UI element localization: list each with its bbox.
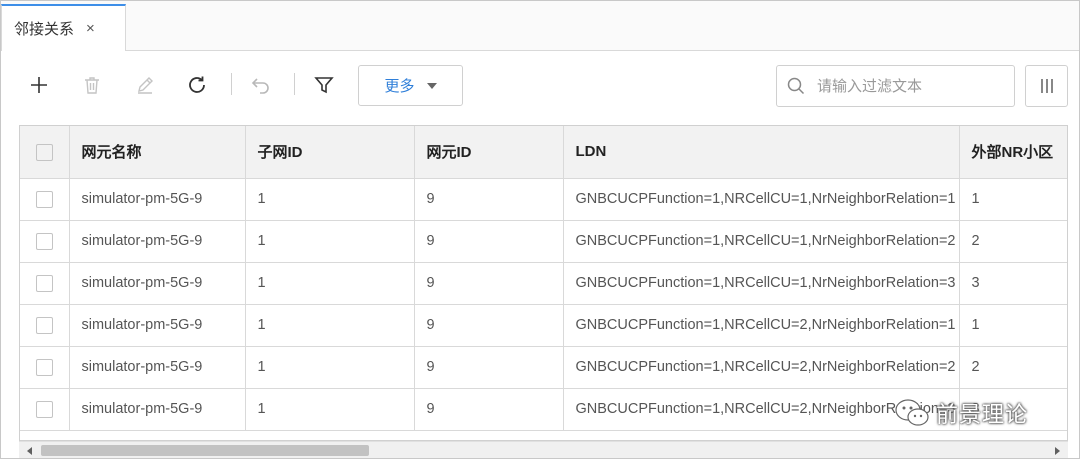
cell-subnet-id: 1	[245, 304, 415, 347]
column-header-ldn[interactable]: LDN	[563, 126, 960, 179]
cell-ne-id: 9	[414, 304, 564, 347]
scroll-right-icon[interactable]	[1055, 447, 1060, 455]
cell-external-nr-cell: 1	[959, 304, 1067, 347]
cell-ldn: GNBCUCPFunction=1,NRCellCU=1,NrNeighborR…	[563, 262, 960, 305]
cell-external-nr-cell: 1	[959, 178, 1067, 221]
cell-ldn: GNBCUCPFunction=1,NRCellCU=2,NrNeighborR…	[563, 346, 960, 389]
row-checkbox[interactable]	[35, 232, 53, 250]
cell-ldn: GNBCUCPFunction=1,NRCellCU=1,NrNeighborR…	[563, 220, 960, 263]
filter-search-box[interactable]	[776, 65, 1015, 107]
cell-ne-name: simulator-pm-5G-9	[69, 262, 246, 305]
cell-ne-name: simulator-pm-5G-9	[69, 220, 246, 263]
watermark: 前景理论	[894, 396, 1028, 430]
cell-ne-name: simulator-pm-5G-9	[69, 304, 246, 347]
columns-icon	[1040, 79, 1053, 93]
row-checkbox-cell[interactable]	[20, 346, 70, 389]
column-header-ne-id[interactable]: 网元ID	[414, 126, 564, 179]
wechat-icon	[895, 399, 929, 426]
cell-subnet-id: 1	[245, 388, 415, 431]
column-header-ne-name[interactable]: 网元名称	[69, 126, 246, 179]
scroll-left-icon[interactable]	[27, 447, 32, 455]
more-button[interactable]: 更多	[358, 65, 463, 106]
toolbar: 更多	[1, 51, 1079, 125]
select-all-checkbox[interactable]	[35, 143, 53, 161]
row-checkbox-cell[interactable]	[20, 304, 70, 347]
toolbar-divider	[294, 73, 295, 95]
undo-icon[interactable]	[247, 71, 275, 99]
scrollbar-thumb[interactable]	[41, 445, 369, 456]
column-header-subnet-id[interactable]: 子网ID	[245, 126, 415, 179]
refresh-icon[interactable]	[183, 71, 211, 99]
table-row[interactable]: simulator-pm-5G-9 1 9 GNBCUCPFunction=1,…	[20, 304, 1067, 347]
column-header-external-nr-cell[interactable]: 外部NR小区	[959, 126, 1067, 179]
cell-ne-id: 9	[414, 262, 564, 305]
row-checkbox[interactable]	[35, 316, 53, 334]
tab-neighbor-relations[interactable]: 邻接关系 ×	[1, 4, 126, 51]
cell-subnet-id: 1	[245, 346, 415, 389]
cell-ne-id: 9	[414, 178, 564, 221]
close-icon[interactable]: ×	[86, 20, 95, 37]
table-header-row: 网元名称 子网ID 网元ID LDN 外部NR小区	[20, 126, 1067, 179]
cell-ldn: GNBCUCPFunction=1,NRCellCU=2,NrNeighborR…	[563, 304, 960, 347]
row-checkbox-cell[interactable]	[20, 262, 70, 305]
table-row[interactable]: simulator-pm-5G-9 1 9 GNBCUCPFunction=1,…	[20, 178, 1067, 221]
cell-ne-name: simulator-pm-5G-9	[69, 388, 246, 431]
cell-external-nr-cell: 2	[959, 346, 1067, 389]
filter-icon[interactable]	[310, 71, 338, 99]
row-checkbox[interactable]	[35, 274, 53, 292]
row-checkbox[interactable]	[35, 358, 53, 376]
horizontal-scrollbar[interactable]	[19, 441, 1068, 458]
cell-subnet-id: 1	[245, 178, 415, 221]
cell-external-nr-cell: 2	[959, 220, 1067, 263]
neighbor-relations-table: 网元名称 子网ID 网元ID LDN 外部NR小区 simulator-pm-5…	[20, 126, 1067, 431]
table-row[interactable]: simulator-pm-5G-9 1 9 GNBCUCPFunction=1,…	[20, 262, 1067, 305]
more-button-label: 更多	[384, 78, 415, 95]
pencil-icon[interactable]	[131, 71, 159, 99]
tab-label: 邻接关系	[14, 21, 75, 38]
cell-ldn: GNBCUCPFunction=1,NRCellCU=1,NrNeighborR…	[563, 178, 960, 221]
data-grid: 网元名称 子网ID 网元ID LDN 外部NR小区 simulator-pm-5…	[19, 125, 1068, 441]
app-window: 邻接关系 × 更多 请输入过滤文本 网元名称 子网ID 网元ID LDN 外部N…	[0, 0, 1080, 459]
row-checkbox-cell[interactable]	[20, 388, 70, 431]
cell-ne-name: simulator-pm-5G-9	[69, 346, 246, 389]
trash-icon[interactable]	[78, 71, 106, 99]
toolbar-divider	[231, 73, 232, 95]
cell-external-nr-cell: 3	[959, 262, 1067, 305]
cell-subnet-id: 1	[245, 220, 415, 263]
plus-icon[interactable]	[25, 71, 53, 99]
cell-ne-id: 9	[414, 388, 564, 431]
row-checkbox[interactable]	[35, 190, 53, 208]
filter-input[interactable]	[815, 76, 1005, 96]
table-row[interactable]: simulator-pm-5G-9 1 9 GNBCUCPFunction=1,…	[20, 220, 1067, 263]
caret-down-icon	[426, 82, 437, 89]
cell-ne-id: 9	[414, 220, 564, 263]
watermark-text: 前景理论	[936, 402, 1029, 427]
cell-ne-id: 9	[414, 346, 564, 389]
cell-ne-name: simulator-pm-5G-9	[69, 178, 246, 221]
search-icon	[787, 77, 805, 95]
row-checkbox-cell[interactable]	[20, 220, 70, 263]
row-checkbox[interactable]	[35, 400, 53, 418]
cell-subnet-id: 1	[245, 262, 415, 305]
table-row[interactable]: simulator-pm-5G-9 1 9 GNBCUCPFunction=1,…	[20, 346, 1067, 389]
row-checkbox-cell[interactable]	[20, 178, 70, 221]
select-all-checkbox-cell[interactable]	[20, 126, 70, 179]
column-settings-button[interactable]	[1025, 65, 1068, 107]
tab-bar: 邻接关系 ×	[1, 1, 1079, 51]
